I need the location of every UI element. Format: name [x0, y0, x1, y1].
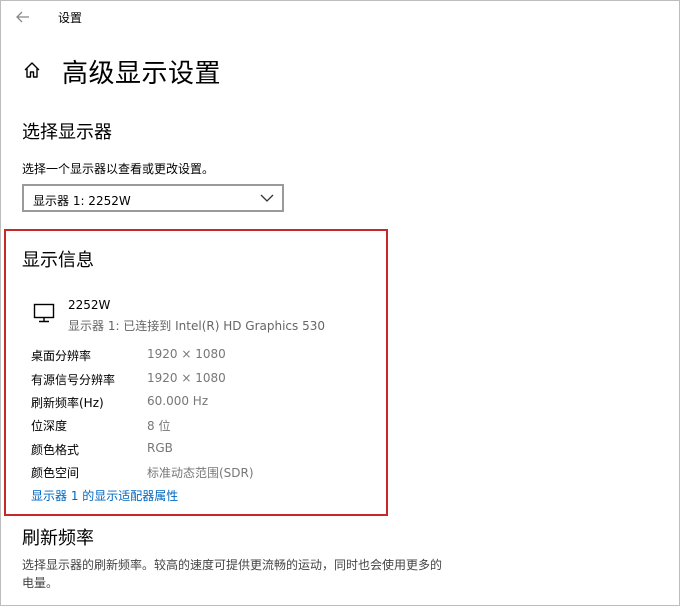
display-select-dropdown[interactable]: 显示器 1: 2252W: [22, 184, 284, 212]
info-label-active-signal-resolution: 有源信号分辨率: [31, 373, 116, 387]
select-display-description: 选择一个显示器以查看或更改设置。: [22, 162, 215, 176]
info-value-refresh-rate: 60.000 Hz: [147, 394, 209, 408]
adapter-properties-link[interactable]: 显示器 1 的显示适配器属性: [31, 487, 178, 504]
info-value-desktop-resolution: 1920 × 1080: [147, 347, 226, 361]
info-value-color-format: RGB: [147, 441, 173, 455]
display-info-heading: 显示信息: [22, 250, 94, 271]
home-icon[interactable]: [22, 60, 42, 80]
info-label-color-space: 颜色空间: [31, 466, 80, 480]
refresh-rate-heading: 刷新频率: [22, 528, 94, 549]
info-label-refresh-rate: 刷新频率(Hz): [31, 396, 104, 410]
info-value-color-space: 标准动态范围(SDR): [147, 466, 254, 480]
page-title: 高级显示设置: [62, 59, 222, 89]
title-bar: 设置: [0, 0, 680, 34]
refresh-rate-description: 选择显示器的刷新频率。较高的速度可提供更流畅的运动，同时也会使用更多的电量。: [22, 558, 443, 590]
monitor-subtitle: 显示器 1: 已连接到 Intel(R) HD Graphics 530: [68, 319, 325, 333]
chevron-down-icon: [260, 194, 274, 202]
monitor-name: 2252W: [68, 298, 111, 312]
window-title: 设置: [58, 11, 83, 25]
back-arrow-icon[interactable]: [14, 8, 32, 26]
info-value-bit-depth: 8 位: [147, 419, 171, 433]
select-display-heading: 选择显示器: [22, 122, 112, 143]
info-value-active-signal-resolution: 1920 × 1080: [147, 371, 226, 385]
info-label-color-format: 颜色格式: [31, 443, 80, 457]
info-label-desktop-resolution: 桌面分辨率: [31, 349, 92, 363]
monitor-icon: [33, 303, 55, 323]
display-select-value: 显示器 1: 2252W: [33, 194, 131, 208]
info-label-bit-depth: 位深度: [31, 419, 68, 433]
